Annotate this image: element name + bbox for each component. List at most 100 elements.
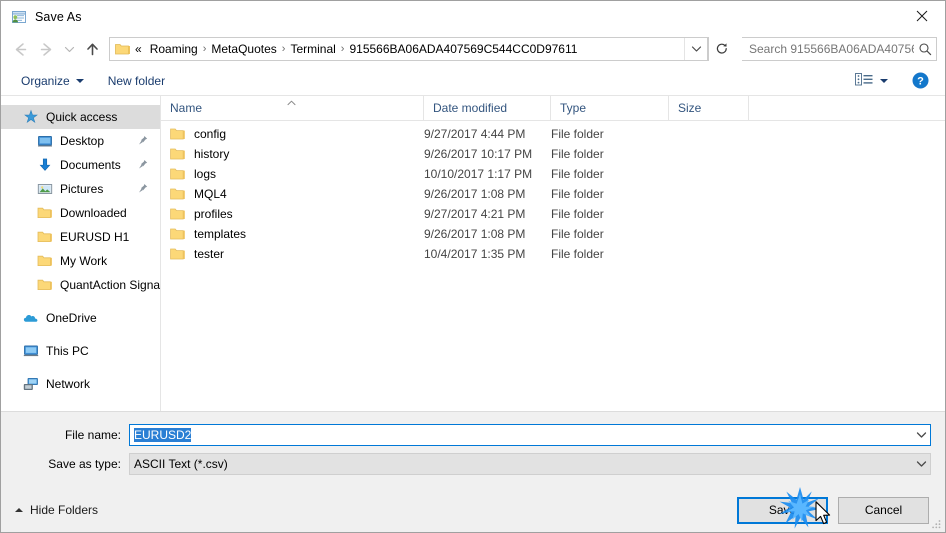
address-dropdown-button[interactable]	[684, 38, 707, 60]
file-name-row: File name: EURUSD2	[1, 424, 945, 446]
save-as-type-value: ASCII Text (*.csv)	[134, 457, 228, 471]
folder-icon	[115, 42, 131, 56]
sidebar-item-label: My Work	[60, 254, 108, 268]
breadcrumb-item-terminal-id[interactable]: 915566BA06ADA407569C544CC0D97611	[345, 42, 581, 56]
chevron-down-icon	[880, 78, 888, 83]
cell-name: logs	[161, 164, 424, 184]
cancel-button[interactable]: Cancel	[838, 496, 929, 524]
folder-icon	[37, 229, 53, 245]
forward-button[interactable]	[33, 36, 59, 62]
cell-type: File folder	[551, 207, 604, 221]
cell-name: MQL4	[161, 184, 424, 204]
cell-date-modified: 9/27/2017 4:44 PM	[424, 127, 526, 141]
search-box[interactable]: Search 915566BA06ADA40756...	[742, 37, 937, 61]
sidebar-item-quantaction-signal[interactable]: QuantAction Signal	[1, 273, 160, 297]
recent-locations-button[interactable]	[59, 36, 79, 62]
sidebar-item-label: QuantAction Signal	[60, 278, 160, 292]
sidebar-item-eurusd-h1[interactable]: EURUSD H1	[1, 225, 160, 249]
pin-icon[interactable]	[138, 135, 148, 147]
refresh-button[interactable]	[708, 37, 734, 61]
table-row[interactable]: history 9/26/2017 10:17 PM File folder	[161, 144, 945, 164]
file-name: config	[194, 127, 227, 141]
folder-icon	[170, 187, 186, 201]
sidebar-item-network[interactable]: Network	[1, 372, 160, 396]
address-bar[interactable]: « Roaming › MetaQuotes › Terminal › 9155…	[109, 37, 708, 61]
breadcrumb-item-metaquotes[interactable]: MetaQuotes	[207, 42, 280, 56]
table-row[interactable]: logs 10/10/2017 1:17 PM File folder	[161, 164, 945, 184]
file-name-label: File name:	[64, 428, 121, 442]
sidebar-item-label: Pictures	[60, 182, 104, 196]
dialog-body: Quick access Desktop Documents Pictures …	[1, 96, 945, 411]
navigation-bar: « Roaming › MetaQuotes › Terminal › 9155…	[1, 32, 945, 66]
view-options-icon	[855, 72, 874, 90]
file-name: logs	[194, 167, 217, 181]
sidebar-item-label: Network	[46, 377, 91, 391]
folder-icon	[170, 207, 186, 221]
table-row[interactable]: profiles 9/27/2017 4:21 PM File folder	[161, 204, 945, 224]
save-button[interactable]: Save	[737, 496, 828, 524]
svg-text:?: ?	[917, 76, 924, 88]
desktop-icon	[37, 133, 53, 149]
file-name: history	[194, 147, 230, 161]
file-name: templates	[194, 227, 247, 241]
sidebar-item-label: This PC	[46, 344, 89, 358]
view-options-button[interactable]	[851, 70, 892, 92]
cell-date-modified: 10/4/2017 1:35 PM	[424, 247, 526, 261]
pin-icon[interactable]	[138, 183, 148, 195]
table-row[interactable]: config 9/27/2017 4:44 PM File folder	[161, 124, 945, 144]
save-as-dialog: Save As « Roaming › MetaQuotes › Termina…	[0, 0, 946, 533]
sidebar-item-label: Documents	[60, 158, 121, 172]
breadcrumb-item-terminal[interactable]: Terminal	[286, 42, 339, 56]
sidebar-item-this-pc[interactable]: This PC	[1, 339, 160, 363]
breadcrumb: « Roaming › MetaQuotes › Terminal › 9155…	[135, 42, 684, 56]
title-bar: Save As	[1, 1, 945, 32]
sidebar-item-documents[interactable]: Documents	[1, 153, 160, 177]
cell-date-modified: 10/10/2017 1:17 PM	[424, 167, 533, 181]
sidebar-item-label: Quick access	[46, 110, 118, 124]
new-folder-button[interactable]: New folder	[102, 71, 171, 91]
table-row[interactable]: templates 9/26/2017 1:08 PM File folder	[161, 224, 945, 244]
sidebar-item-label: OneDrive	[46, 311, 97, 325]
file-name-input[interactable]: EURUSD2	[129, 424, 931, 446]
sidebar-item-quick-access[interactable]: Quick access	[1, 105, 160, 129]
chevron-down-icon[interactable]	[913, 460, 930, 468]
cell-name: config	[161, 124, 424, 144]
chevron-down-icon[interactable]	[913, 431, 930, 439]
table-row[interactable]: tester 10/4/2017 1:35 PM File folder	[161, 244, 945, 264]
cell-size	[669, 244, 749, 264]
breadcrumb-item-roaming[interactable]: Roaming	[146, 42, 202, 56]
sidebar-item-label: Desktop	[60, 134, 105, 148]
column-header-size[interactable]: Size	[669, 96, 749, 120]
sidebar-item-label: EURUSD H1	[60, 230, 130, 244]
sidebar-item-desktop[interactable]: Desktop	[1, 129, 160, 153]
folder-icon	[170, 247, 186, 261]
column-header-type[interactable]: Type	[551, 96, 669, 120]
table-row[interactable]: MQL4 9/26/2017 1:08 PM File folder	[161, 184, 945, 204]
back-button[interactable]	[7, 36, 33, 62]
cell-name: tester	[161, 244, 424, 264]
save-as-type-select[interactable]: ASCII Text (*.csv)	[129, 453, 931, 475]
hide-folders-button[interactable]: Hide Folders	[15, 503, 98, 517]
help-button[interactable]: ?	[912, 72, 929, 89]
sidebar-item-my-work[interactable]: My Work	[1, 249, 160, 273]
column-header-date-modified[interactable]: Date modified	[424, 96, 551, 120]
cell-type: File folder	[551, 167, 604, 181]
file-list-pane: Name Date modified Type Size config 9/27…	[161, 96, 945, 411]
hide-folders-label: Hide Folders	[30, 503, 99, 517]
column-header-label: Type	[560, 101, 587, 115]
search-input[interactable]: Search 915566BA06ADA40756...	[742, 42, 914, 56]
pin-icon[interactable]	[138, 159, 148, 171]
column-header-name[interactable]: Name	[161, 96, 424, 120]
sidebar-item-pictures[interactable]: Pictures	[1, 177, 160, 201]
breadcrumb-overflow[interactable]: «	[135, 42, 146, 56]
resize-grip-icon[interactable]	[930, 518, 942, 530]
file-name-text: EURUSD2	[134, 428, 192, 442]
sidebar-item-onedrive[interactable]: OneDrive	[1, 306, 160, 330]
close-button[interactable]	[899, 1, 945, 31]
cell-date-modified: 9/26/2017 1:08 PM	[424, 187, 526, 201]
sidebar-item-downloaded[interactable]: Downloaded	[1, 201, 160, 225]
up-button[interactable]	[79, 36, 105, 62]
file-name-value[interactable]: EURUSD2	[130, 428, 913, 442]
organize-button[interactable]: Organize	[15, 71, 90, 91]
